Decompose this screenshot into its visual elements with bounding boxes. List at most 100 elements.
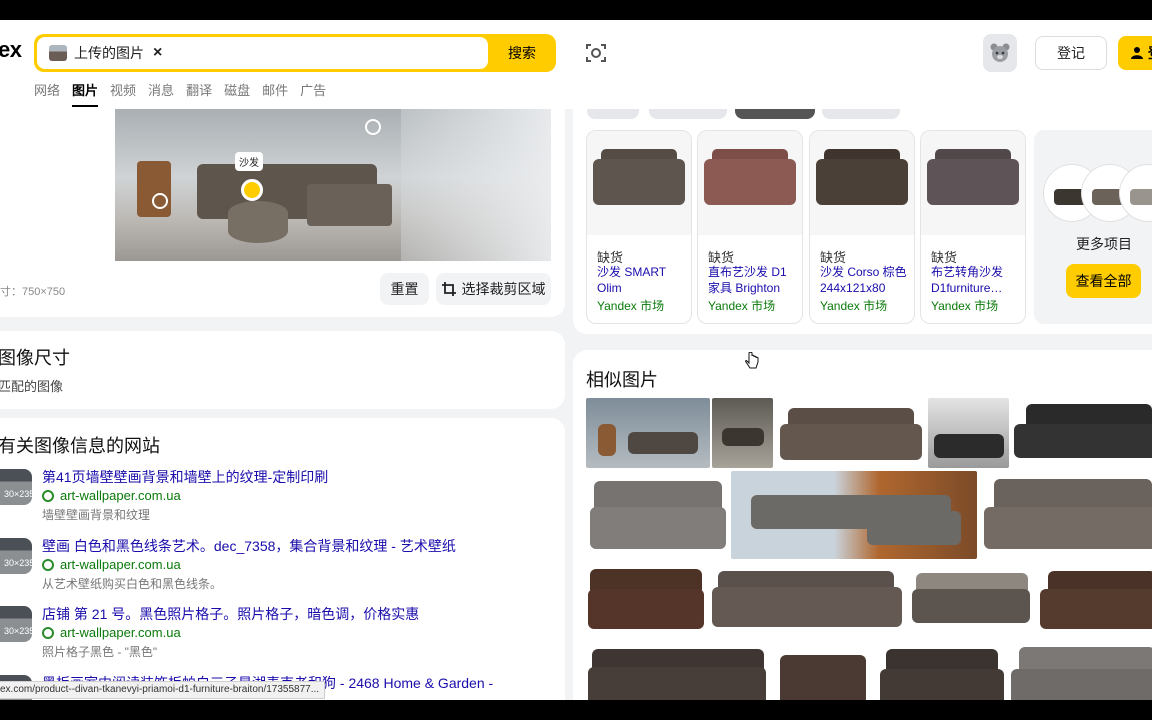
chair-shape xyxy=(137,161,171,217)
user-login-button[interactable]: 登 xyxy=(1118,36,1152,70)
product-card[interactable]: 缺货 沙发 SMART Olim Yandex 市场 xyxy=(586,130,692,324)
similar-image[interactable] xyxy=(586,561,706,636)
list-item[interactable]: 30×235 壁画 白色和黑色线条艺术。dec_7358，集合背景和纹理 - 艺… xyxy=(0,536,565,604)
user-icon xyxy=(1131,47,1143,59)
favicon-icon xyxy=(42,558,54,571)
similar-image[interactable] xyxy=(712,398,773,468)
query-image-preview[interactable]: 沙发 xyxy=(115,109,551,261)
product-image[interactable] xyxy=(921,131,1025,235)
product-store[interactable]: Yandex 市场 xyxy=(708,297,775,314)
site-domain[interactable]: art-wallpaper.com.ua xyxy=(42,488,181,503)
search-bar[interactable]: 上传的图片 × 搜索 xyxy=(34,34,556,72)
tab-mail[interactable]: 邮件 xyxy=(262,80,288,107)
chip-label: 上传的图片 xyxy=(74,45,144,61)
product-name[interactable]: 沙发 SMART Olim xyxy=(597,264,689,296)
tab-news[interactable]: 消息 xyxy=(148,80,174,107)
site-domain[interactable]: art-wallpaper.com.ua xyxy=(42,625,181,640)
tab-translate[interactable]: 翻译 xyxy=(186,80,212,107)
sofa-hotspot[interactable] xyxy=(241,179,263,201)
tab-web[interactable]: 网络 xyxy=(34,80,60,107)
matching-images-link[interactable]: 匹配的图像 xyxy=(0,376,63,395)
more-items-label: 更多项目 xyxy=(1076,236,1132,252)
crop-button[interactable]: 选择裁剪区域 xyxy=(436,273,551,305)
filter-chip[interactable] xyxy=(649,109,727,119)
object-hotspot[interactable] xyxy=(365,119,381,135)
list-item[interactable]: 30×235 第41页墙壁壁画背景和墙壁上的纹理-定制印刷 art-wallpa… xyxy=(0,467,565,535)
similar-image[interactable] xyxy=(908,561,1035,636)
favicon-icon xyxy=(42,489,54,502)
filter-chip[interactable] xyxy=(735,109,815,119)
product-image[interactable] xyxy=(587,131,691,235)
image-size-card: 图像尺寸 匹配的图像 xyxy=(0,331,565,409)
tab-disk[interactable]: 磁盘 xyxy=(224,80,250,107)
section-title: 图像尺寸 xyxy=(0,348,70,368)
browser-viewport: ex 上传的图片 × 搜索 登记 网络 图片 视频 消息 翻译 磁盘 邮件 广告… xyxy=(0,20,1152,700)
product-name[interactable]: 直布艺沙发 D1 家具 Brighton xyxy=(708,264,800,296)
similar-image[interactable] xyxy=(1012,398,1152,468)
bear-avatar-icon[interactable] xyxy=(983,34,1017,72)
uploaded-image-thumbnail xyxy=(49,45,67,61)
similar-image[interactable] xyxy=(586,398,710,468)
similar-image[interactable] xyxy=(708,561,906,636)
section-title: 有关图像信息的网站 xyxy=(0,436,160,456)
site-description: 照片格子黑色 - "黑色" xyxy=(42,645,158,659)
camera-search-icon[interactable] xyxy=(585,42,607,64)
similar-image[interactable] xyxy=(876,639,1007,700)
sites-card: 有关图像信息的网站 30×235 第41页墙壁壁画背景和墙壁上的纹理-定制印刷 … xyxy=(0,418,565,700)
similar-image[interactable] xyxy=(772,639,873,700)
similar-image[interactable] xyxy=(928,398,1009,468)
search-input[interactable]: 上传的图片 × xyxy=(37,37,488,69)
similar-image[interactable] xyxy=(1038,561,1152,636)
site-title-link[interactable]: 店铺 第 21 号。黑色照片格子。照片格子，暗色调，价格实惠 xyxy=(42,604,419,624)
favicon-icon xyxy=(42,626,54,639)
section-title: 相似图片 xyxy=(586,370,658,390)
search-button[interactable]: 搜索 xyxy=(492,37,552,69)
service-tabs: 网络 图片 视频 消息 翻译 磁盘 邮件 广告 xyxy=(34,80,326,107)
site-title-link[interactable]: 壁画 白色和黑色线条艺术。dec_7358，集合背景和纹理 - 艺术壁纸 xyxy=(42,536,456,556)
product-image[interactable] xyxy=(698,131,802,235)
uploaded-image-chip[interactable]: 上传的图片 × xyxy=(43,41,168,65)
logo[interactable]: ex xyxy=(0,37,22,63)
tab-ads[interactable]: 广告 xyxy=(300,80,326,107)
products-card: 缺货 沙发 SMART Olim Yandex 市场 缺货 直布艺沙发 D1 家… xyxy=(573,109,1152,334)
similar-image[interactable] xyxy=(586,639,769,700)
crop-icon xyxy=(441,282,456,296)
similar-image[interactable] xyxy=(1009,639,1152,700)
site-domain[interactable]: art-wallpaper.com.ua xyxy=(42,557,181,572)
query-image-card: 沙发 寸：750×750 重置 选择裁剪区域 xyxy=(0,109,565,317)
site-thumbnail[interactable]: 30×235 xyxy=(0,469,34,505)
site-thumbnail[interactable]: 30×235 xyxy=(0,538,34,574)
site-thumbnail[interactable]: 30×235 xyxy=(0,606,34,642)
hotspot-tag: 沙发 xyxy=(235,152,263,171)
site-description: 从艺术壁纸购买白色和黑色线条。 xyxy=(42,577,223,591)
product-image[interactable] xyxy=(810,131,914,235)
filter-chip[interactable] xyxy=(822,109,900,119)
similar-image[interactable] xyxy=(980,471,1152,559)
user-button-label: 登 xyxy=(1148,43,1152,63)
header: ex 上传的图片 × 搜索 登记 网络 图片 视频 消息 翻译 磁盘 邮件 广告 xyxy=(0,20,1152,109)
site-description: 墙壁壁画背景和纹理 xyxy=(42,508,151,522)
product-card[interactable]: 缺货 布艺转角沙发 D1furniture… Yandex 市场 xyxy=(920,130,1026,324)
tab-images[interactable]: 图片 xyxy=(72,80,99,107)
product-store[interactable]: Yandex 市场 xyxy=(597,297,664,314)
product-store[interactable]: Yandex 市场 xyxy=(820,297,887,314)
close-icon[interactable]: × xyxy=(153,44,162,62)
object-hotspot[interactable] xyxy=(152,193,168,209)
tab-video[interactable]: 视频 xyxy=(110,80,136,107)
site-title-link[interactable]: 第41页墙壁壁画背景和墙壁上的纹理-定制印刷 xyxy=(42,467,328,487)
list-item[interactable]: 30×235 店铺 第 21 号。黑色照片格子。照片格子，暗色调，价格实惠 ar… xyxy=(0,604,565,672)
product-name[interactable]: 布艺转角沙发 D1furniture… xyxy=(931,264,1023,296)
similar-image[interactable] xyxy=(731,471,977,559)
product-card[interactable]: 缺货 沙发 Corso 棕色 244x121x80 Yandex 市场 xyxy=(809,130,915,324)
crop-button-label: 选择裁剪区域 xyxy=(461,281,546,297)
more-products-panel[interactable]: 更多项目 查看全部 xyxy=(1034,130,1152,324)
product-name[interactable]: 沙发 Corso 棕色 244x121x80 xyxy=(820,264,912,296)
similar-image[interactable] xyxy=(776,398,926,468)
filter-chip[interactable] xyxy=(587,109,639,119)
product-store[interactable]: Yandex 市场 xyxy=(931,297,998,314)
login-button[interactable]: 登记 xyxy=(1035,36,1107,70)
view-all-button[interactable]: 查看全部 xyxy=(1066,264,1141,298)
reset-button[interactable]: 重置 xyxy=(380,273,429,305)
similar-image[interactable] xyxy=(586,471,729,559)
product-card[interactable]: 缺货 直布艺沙发 D1 家具 Brighton Yandex 市场 xyxy=(697,130,803,324)
